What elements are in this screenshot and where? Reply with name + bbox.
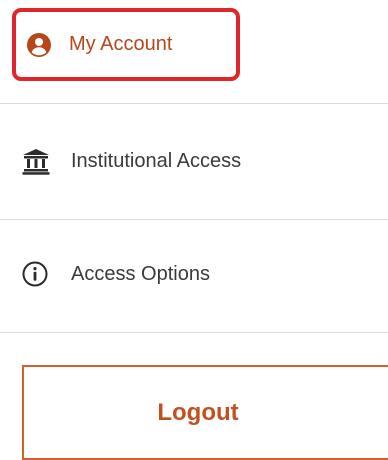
divider — [0, 332, 388, 333]
logout-button[interactable]: Logout — [22, 365, 388, 460]
bank-icon — [22, 149, 50, 175]
menu-item-label: Institutional Access — [71, 149, 242, 172]
menu-item-label: My Account — [69, 33, 173, 55]
divider — [0, 103, 388, 104]
logout-label: Logout — [157, 398, 239, 426]
menu-item-label: Access Options — [71, 262, 210, 285]
user-circle-icon — [27, 32, 51, 57]
info-circle-icon — [22, 261, 48, 287]
divider — [0, 219, 388, 220]
menu-item-my-account[interactable]: My Account — [12, 8, 240, 81]
account-menu: My Account Institutional Access Access O… — [0, 0, 388, 460]
menu-item-access-options[interactable]: Access Options — [22, 244, 210, 304]
menu-item-institutional-access[interactable]: Institutional Access — [22, 131, 241, 191]
